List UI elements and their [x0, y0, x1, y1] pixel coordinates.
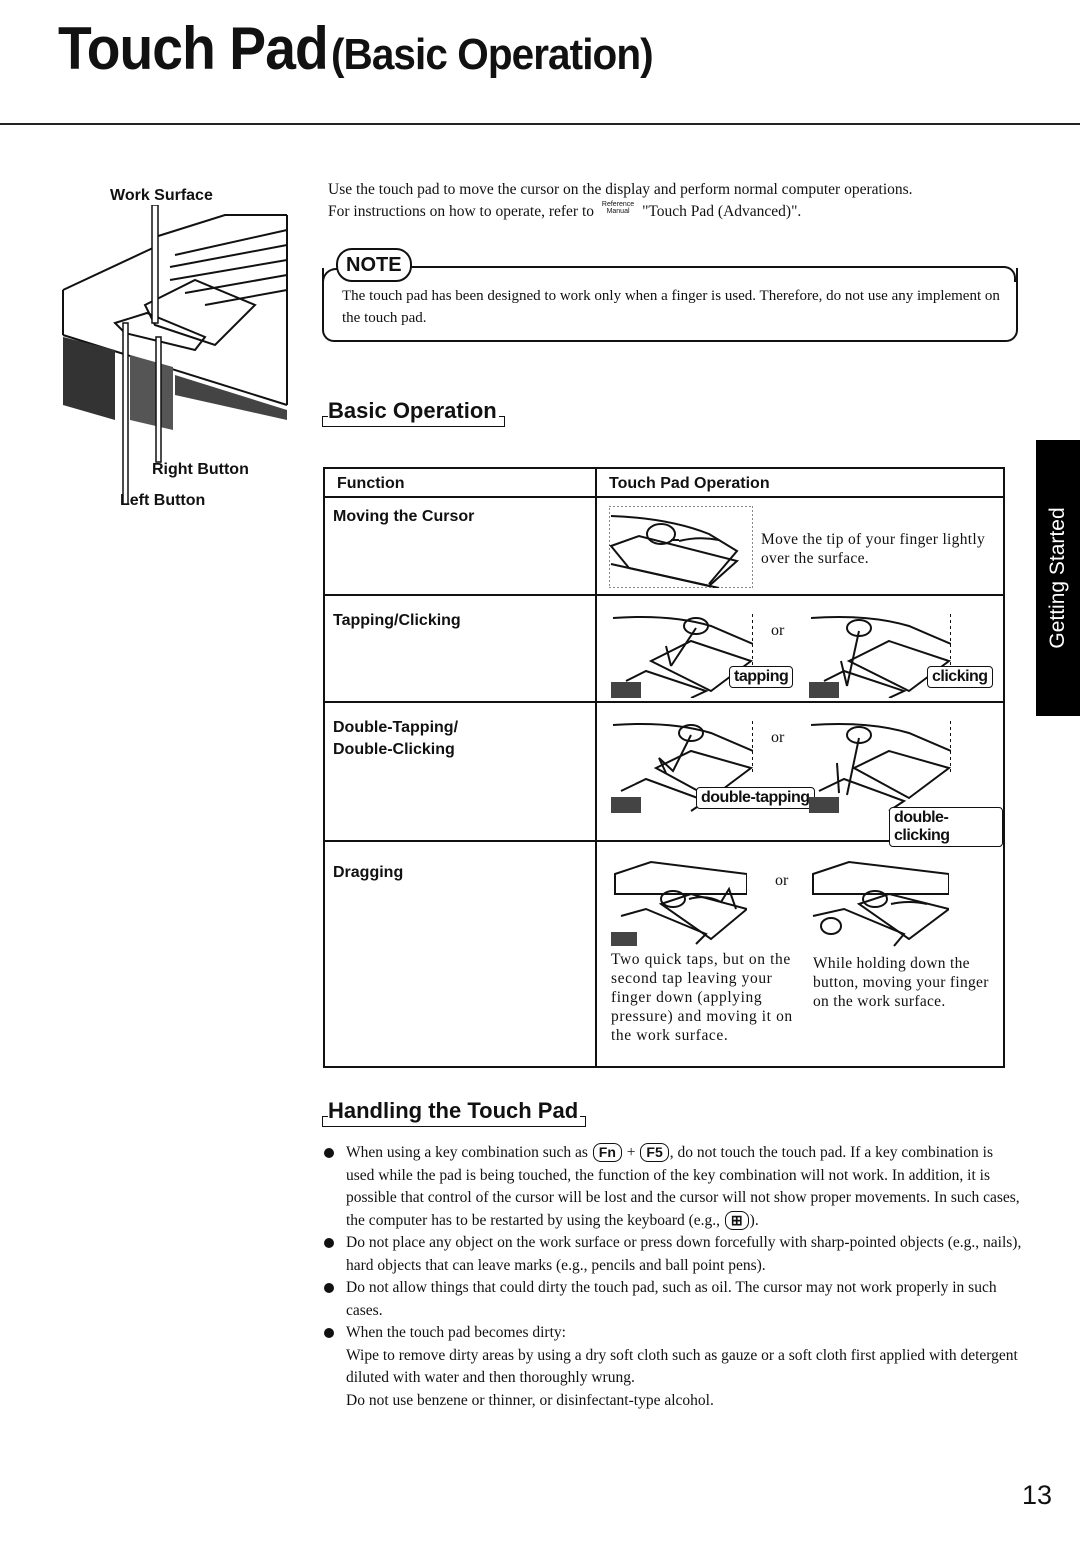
intro-text: Use the touch pad to move the cursor on …: [328, 179, 1028, 223]
or-label: or: [771, 729, 785, 746]
handling-heading: Handling the Touch Pad: [322, 1098, 587, 1127]
note-tag: NOTE: [336, 248, 412, 282]
note-text: The touch pad has been designed to work …: [342, 288, 1000, 326]
tapping-callout: tapping: [729, 666, 794, 688]
bullet-text: Do not allow things that could dirty the…: [346, 1279, 997, 1319]
table-row: Moving the Cursor Move the tip of your f…: [323, 496, 1005, 596]
basic-operation-heading: Basic Operation: [322, 398, 505, 427]
bullet-text: When using a key combination such as: [346, 1144, 588, 1161]
intro-line-2: For instructions on how to operate, refe…: [328, 201, 802, 220]
double-tapping-callout: double-tapping: [696, 787, 815, 809]
left-button-label: Left Button: [120, 492, 206, 509]
table-row: Tapping/Clicking tapping or clicking: [323, 594, 1005, 703]
dragging-button-illustration: [812, 860, 949, 947]
header-touch-pad-operation: Touch Pad Operation: [595, 467, 1005, 498]
fn-key-icon: Fn: [592, 1143, 622, 1162]
bullet-icon: [324, 1238, 334, 1248]
bullet-icon: [324, 1283, 334, 1293]
dragging-tap-description: Two quick taps, but on the second tap le…: [611, 951, 793, 1044]
title-rule: [0, 123, 1080, 125]
list-item: Do not place any object on the work surf…: [322, 1232, 1022, 1277]
dragging-button-description: While holding down the button, moving yo…: [813, 955, 989, 1010]
table-row: Dragging or Two quick taps, but on the s…: [323, 840, 1005, 1068]
reference-manual-icon: Reference Manual: [601, 201, 635, 215]
operations-table: Function Touch Pad Operation Moving the …: [323, 467, 1005, 1068]
bullet-subtext: Do not use benzene or thinner, or disinf…: [346, 1391, 714, 1409]
work-surface-label: Work Surface: [110, 187, 213, 204]
table-header-row: Function Touch Pad Operation: [323, 467, 1005, 498]
note-box-top: [408, 266, 1016, 282]
plus-sign: +: [626, 1144, 636, 1161]
handling-list: When using a key combination such as Fn …: [322, 1142, 1022, 1412]
handling-heading-text: Handling the Touch Pad: [328, 1098, 579, 1123]
double-clicking-illustration: [809, 721, 951, 813]
function-moving-cursor: Moving the Cursor: [323, 496, 597, 596]
function-line-2: Double-Clicking: [333, 741, 455, 758]
windows-key-icon: ⊞: [724, 1210, 749, 1230]
right-button-label: Right Button: [152, 461, 249, 478]
moving-cursor-illustration: [609, 506, 753, 588]
f5-key-icon: F5: [640, 1143, 669, 1162]
intro-line-1: Use the touch pad to move the cursor on …: [328, 181, 913, 198]
operation-cell: Move the tip of your finger lightly over…: [595, 496, 1005, 596]
page-number: 13: [1022, 1480, 1053, 1510]
function-tapping-clicking: Tapping/Clicking: [323, 594, 597, 703]
list-item: Do not allow things that could dirty the…: [322, 1277, 1022, 1322]
bracket-left: [322, 1116, 328, 1127]
bullet-text: ).: [749, 1211, 759, 1229]
page-title: Touch Pad (Basic Operation): [58, 14, 654, 83]
bracket-right: [498, 416, 505, 427]
clicking-callout: clicking: [927, 666, 993, 688]
bullet-icon: [324, 1148, 334, 1158]
touchpad-diagram: [62, 205, 288, 505]
page-title-main: Touch Pad: [58, 15, 329, 82]
bullet-icon: [324, 1328, 334, 1338]
basic-operation-heading-text: Basic Operation: [328, 398, 497, 423]
function-line-1: Double-Tapping/: [333, 719, 459, 736]
operation-cell: or Two quick taps, but on the second tap…: [595, 840, 1005, 1068]
dragging-tap-illustration: [611, 860, 747, 946]
bracket-right: [580, 1116, 587, 1127]
table-row: Double-Tapping/ Double-Clicking double-t…: [323, 701, 1005, 847]
header-function: Function: [323, 467, 597, 498]
or-label: or: [775, 872, 789, 889]
operation-cell: double-tapping or double-clicking: [595, 701, 1005, 847]
operation-cell: tapping or clicking: [595, 594, 1005, 703]
bullet-text: Do not place any object on the work surf…: [346, 1234, 1022, 1274]
function-dragging: Dragging: [323, 840, 597, 1068]
list-item: When the touch pad becomes dirty: Wipe t…: [322, 1322, 1022, 1412]
moving-cursor-description: Move the tip of your finger lightly over…: [761, 531, 986, 567]
bracket-left: [322, 416, 328, 427]
or-label: or: [771, 622, 785, 639]
getting-started-tab[interactable]: Getting Started: [1036, 440, 1080, 716]
bullet-subtext: Wipe to remove dirty areas by using a dr…: [346, 1346, 1018, 1387]
side-tab-label: Getting Started: [1046, 507, 1069, 649]
function-double-tapping-clicking: Double-Tapping/ Double-Clicking: [323, 701, 597, 842]
page-title-sub: (Basic Operation): [330, 30, 654, 79]
bullet-text: When the touch pad becomes dirty:: [346, 1324, 566, 1341]
list-item: When using a key combination such as Fn …: [322, 1142, 1022, 1232]
